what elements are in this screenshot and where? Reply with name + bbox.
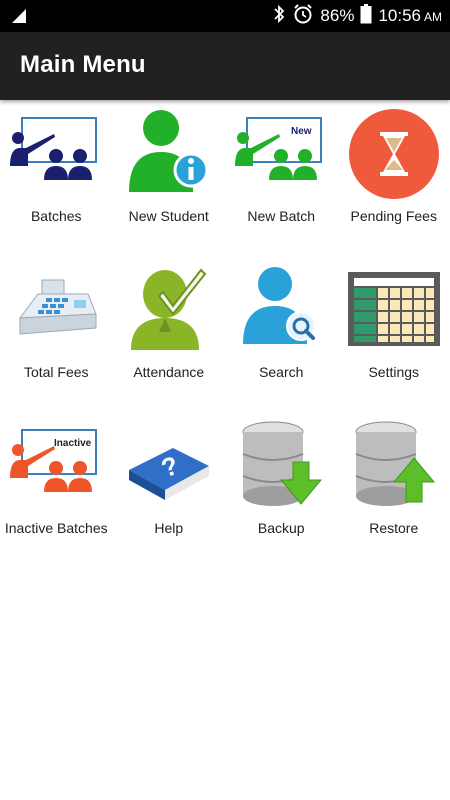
hourglass-icon [346, 106, 442, 202]
menu-item-batches[interactable]: Batches [0, 102, 113, 258]
battery-percent: 86% [320, 6, 355, 25]
status-bar: 86% 10:56 AM [0, 0, 450, 32]
clock-ampm: AM [424, 10, 442, 24]
battery-icon [360, 3, 372, 29]
menu-item-help[interactable]: ? Help [113, 414, 226, 570]
new-student-icon [121, 106, 217, 202]
menu-item-new-student[interactable]: New Student [113, 102, 226, 258]
status-icons: 86% 10:56 AM [272, 0, 442, 32]
menu-item-label: Settings [368, 364, 420, 380]
inactive-badge-text: Inactive [54, 438, 92, 449]
menu-item-pending-fees[interactable]: Pending Fees [338, 102, 450, 258]
app-bar: Main Menu [0, 32, 450, 100]
page-title: Main Menu [20, 51, 146, 78]
inactive-batches-icon: Inactive [8, 418, 104, 514]
alarm-icon [292, 3, 314, 30]
menu-grid: Batches New Student New New Batch Pendin… [0, 102, 450, 570]
menu-item-label: New Batch [247, 208, 316, 224]
clock-time: 10:56 [378, 6, 421, 25]
help-book-icon: ? [121, 418, 217, 514]
new-batch-icon: New [233, 106, 329, 202]
batches-icon [8, 106, 104, 202]
menu-item-label: Restore [369, 520, 419, 536]
menu-item-attendance[interactable]: Attendance [113, 258, 226, 414]
signal-icon [10, 8, 28, 29]
database-upload-icon [346, 418, 442, 514]
menu-item-label: Total Fees [23, 364, 89, 380]
menu-item-search[interactable]: Search [225, 258, 338, 414]
menu-item-restore[interactable]: Restore [338, 414, 450, 570]
menu-item-label: Search [259, 364, 304, 380]
menu-item-backup[interactable]: Backup [225, 414, 338, 570]
menu-item-label: Help [154, 520, 184, 536]
menu-item-new-batch[interactable]: New New Batch [225, 102, 338, 258]
spreadsheet-icon [346, 262, 442, 358]
cash-register-icon [8, 262, 104, 358]
search-user-icon [233, 262, 329, 358]
menu-item-label: Batches [30, 208, 82, 224]
bluetooth-icon [272, 4, 286, 29]
menu-item-total-fees[interactable]: Total Fees [0, 258, 113, 414]
menu-item-label: Backup [257, 520, 305, 536]
attendance-icon [121, 262, 217, 358]
clock: 10:56 AM [378, 6, 442, 26]
menu-item-settings[interactable]: Settings [338, 258, 450, 414]
database-download-icon [233, 418, 329, 514]
menu-item-label: Inactive Batches [4, 520, 108, 536]
menu-item-inactive-batches[interactable]: Inactive Inactive Batches [0, 414, 113, 570]
menu-item-label: New Student [128, 208, 209, 224]
menu-item-label: Pending Fees [350, 208, 437, 224]
menu-item-label: Attendance [133, 364, 205, 380]
new-badge-text: New [291, 126, 312, 137]
